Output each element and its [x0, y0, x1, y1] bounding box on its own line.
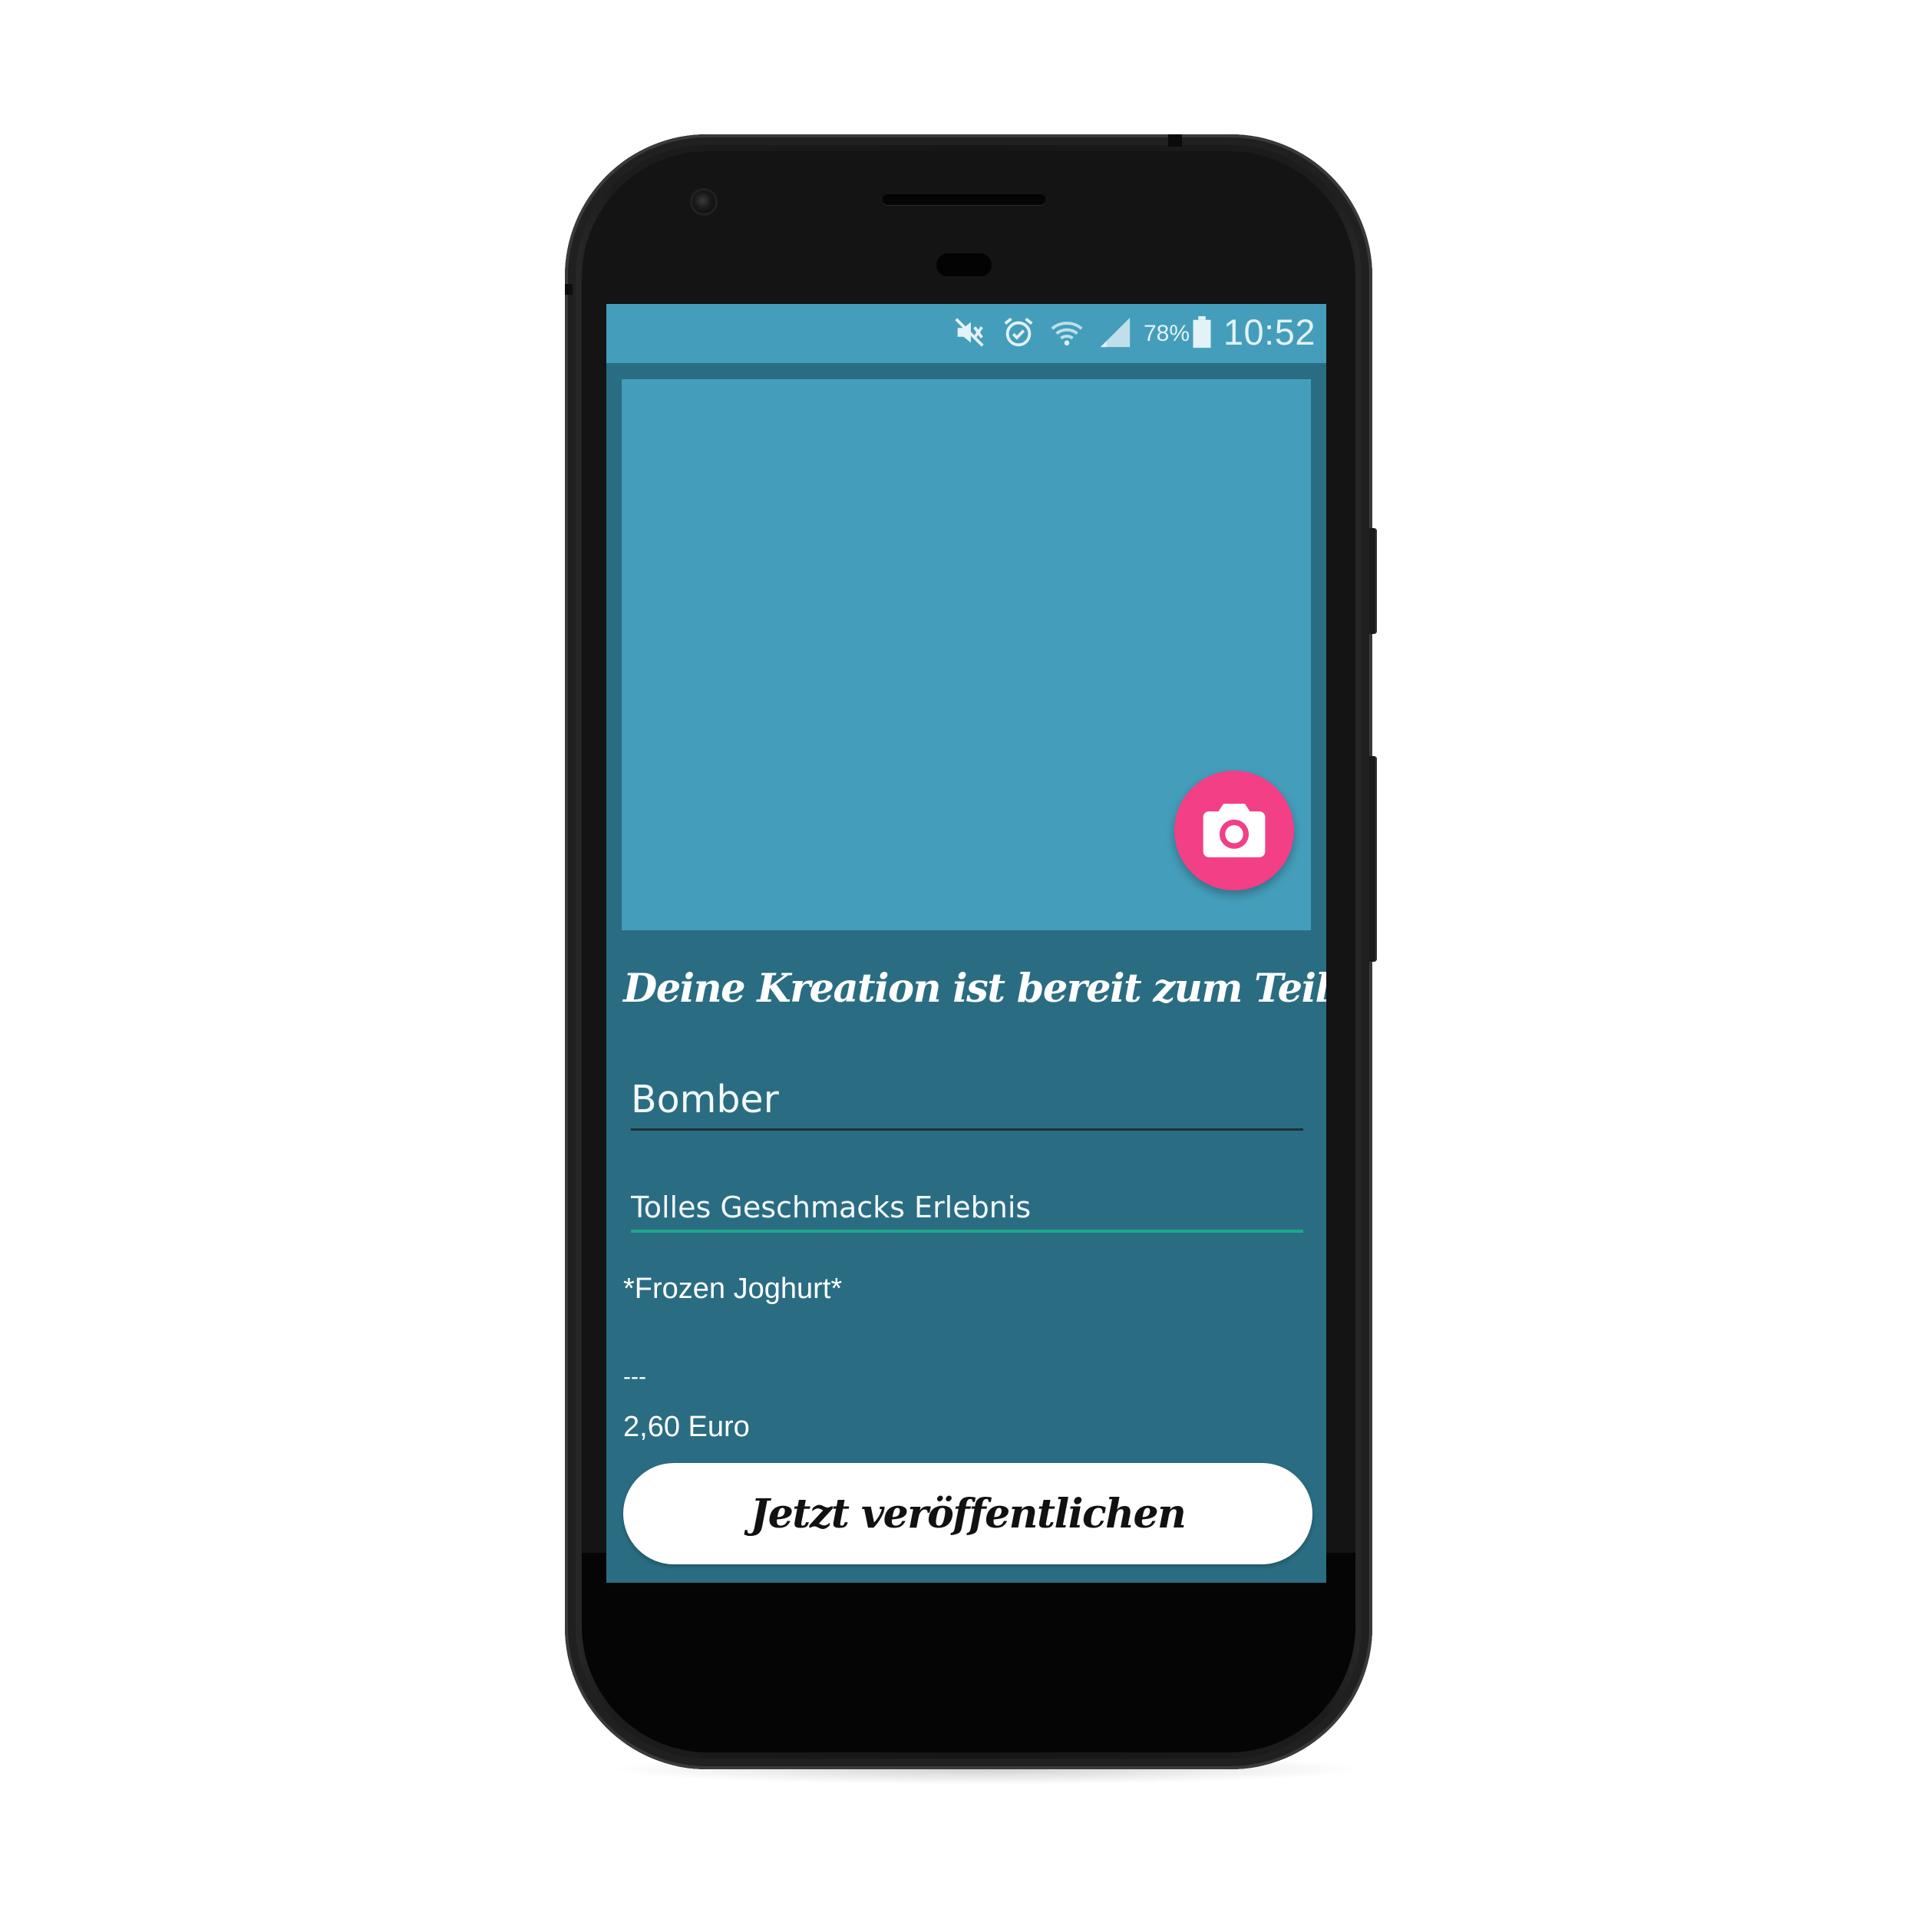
- publish-button[interactable]: Jetzt veröffentlichen: [623, 1463, 1312, 1564]
- power-button: [1369, 528, 1377, 634]
- price-label: 2,60 Euro: [623, 1411, 750, 1443]
- volume-button: [1369, 756, 1377, 962]
- battery-icon: [1191, 315, 1213, 352]
- proximity-sensor: [936, 253, 992, 276]
- antenna-line: [1168, 134, 1182, 147]
- creation-name-input[interactable]: [631, 1072, 1303, 1131]
- category-label: *Frozen Joghurt*: [623, 1273, 843, 1305]
- page-title: Deine Kreation ist bereit zum Teilen!: [623, 966, 1326, 1012]
- separator-text: ---: [623, 1364, 646, 1389]
- antenna-line: [565, 284, 573, 295]
- status-bar: 78% 10:52: [606, 304, 1326, 363]
- camera-icon: [1203, 804, 1266, 857]
- app-screen: 78% 10:52 Deine Kreation ist bereit zum …: [606, 304, 1326, 1583]
- creation-description-input[interactable]: [631, 1185, 1303, 1233]
- phone-chin: [582, 1553, 1355, 1752]
- earpiece-speaker: [883, 194, 1045, 205]
- clock: 10:52: [1223, 312, 1316, 352]
- battery-percent: 78%: [1144, 321, 1190, 346]
- image-preview-area[interactable]: [622, 379, 1311, 930]
- alarm-icon: [1001, 315, 1036, 352]
- take-photo-button[interactable]: [1174, 771, 1294, 890]
- mute-icon: [952, 315, 987, 352]
- front-camera: [692, 190, 715, 213]
- signal-icon: [1098, 315, 1133, 352]
- wifi-icon: [1048, 315, 1085, 352]
